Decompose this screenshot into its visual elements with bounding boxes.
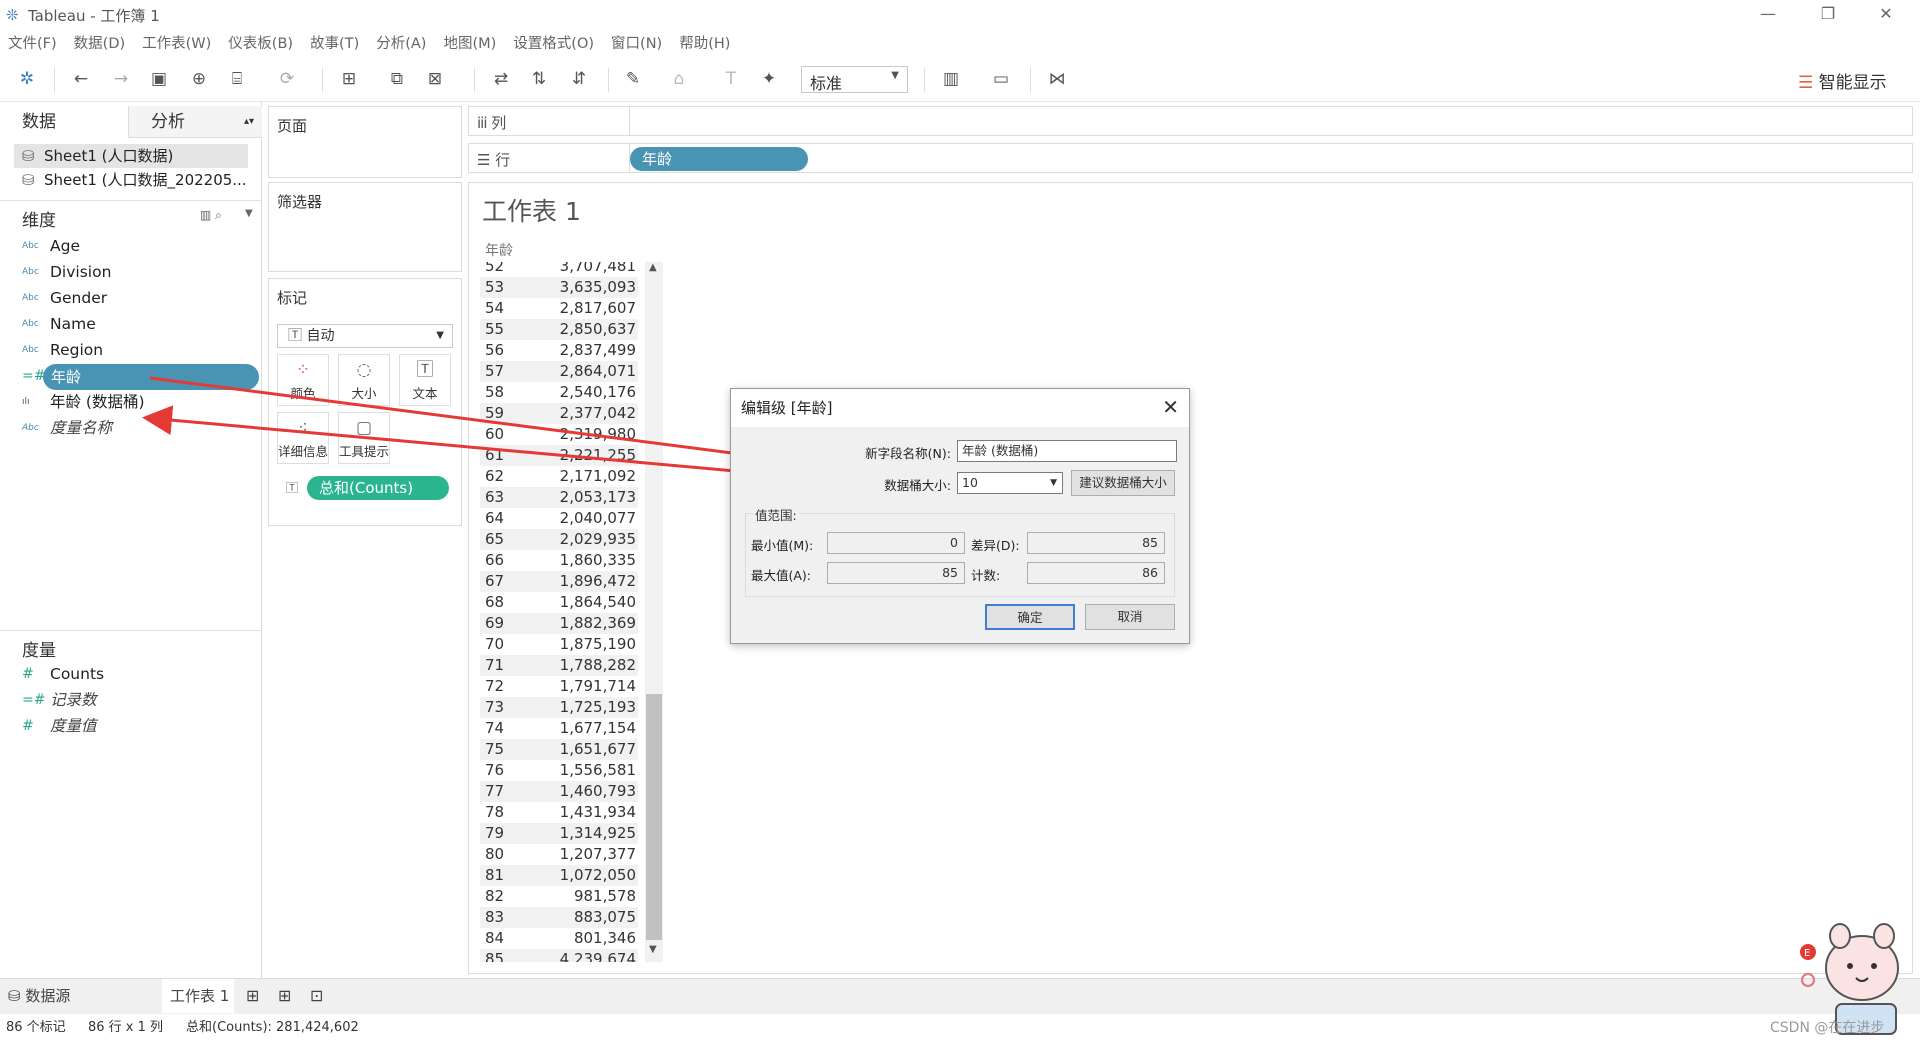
new-field-label: 新字段名称(N): <box>865 446 951 461</box>
svg-text:E: E <box>1804 948 1810 959</box>
sheet-tab-bar: ⛁ 数据源 工作表 1 ⊞ ⊞ ⊡ <box>0 978 1920 1014</box>
ok-button[interactable]: 确定 <box>985 604 1075 630</box>
status-marks: 86 个标记 <box>6 1020 66 1035</box>
max-label: 最大值(A): <box>751 568 812 583</box>
bin-size-label: 数据桶大小: <box>884 478 951 493</box>
new-dashboard-icon[interactable]: ⊞ <box>278 979 291 1013</box>
datasource-tab-label: 数据源 <box>25 987 71 1005</box>
status-bar: 86 个标记 86 行 x 1 列 总和(Counts): 281,424,60… <box>0 1014 1920 1042</box>
new-field-input[interactable]: 年龄 (数据桶) <box>957 440 1177 462</box>
edit-bins-dialog: 编辑级 [年龄] ✕ 新字段名称(N): 年龄 (数据桶) 数据桶大小: 10 ▼… <box>730 388 1190 644</box>
count-label: 计数: <box>971 568 1001 583</box>
suggest-bin-size-button[interactable]: 建议数据桶大小 <box>1071 470 1175 496</box>
datasource-icon: ⛁ <box>8 987 26 1005</box>
cancel-button[interactable]: 取消 <box>1085 604 1175 630</box>
max-value: 85 <box>827 562 965 584</box>
value-range-group <box>745 513 1175 597</box>
min-label: 最小值(M): <box>751 538 814 553</box>
status-rows-cols: 86 行 x 1 列 <box>88 1020 164 1035</box>
datasource-tab[interactable]: ⛁ 数据源 <box>8 979 70 1013</box>
bin-size-value: 10 <box>962 475 978 490</box>
sheet-tab[interactable]: 工作表 1 <box>162 979 234 1013</box>
status-sum: 总和(Counts): 281,424,602 <box>186 1020 359 1035</box>
new-story-icon[interactable]: ⊡ <box>310 979 323 1013</box>
min-value: 0 <box>827 532 965 554</box>
diff-label: 差异(D): <box>971 538 1020 553</box>
close-icon[interactable]: ✕ <box>1162 395 1179 419</box>
count-value: 86 <box>1027 562 1165 584</box>
dialog-title: 编辑级 [年龄] <box>731 389 1189 427</box>
value-range-label: 值范围: <box>753 505 799 524</box>
bin-size-select[interactable]: 10 ▼ <box>957 472 1063 494</box>
diff-value: 85 <box>1027 532 1165 554</box>
new-worksheet-icon[interactable]: ⊞ <box>246 979 259 1013</box>
chevron-down-icon: ▼ <box>1050 478 1057 488</box>
watermark: CSDN @在在进步 <box>1770 1020 1885 1036</box>
